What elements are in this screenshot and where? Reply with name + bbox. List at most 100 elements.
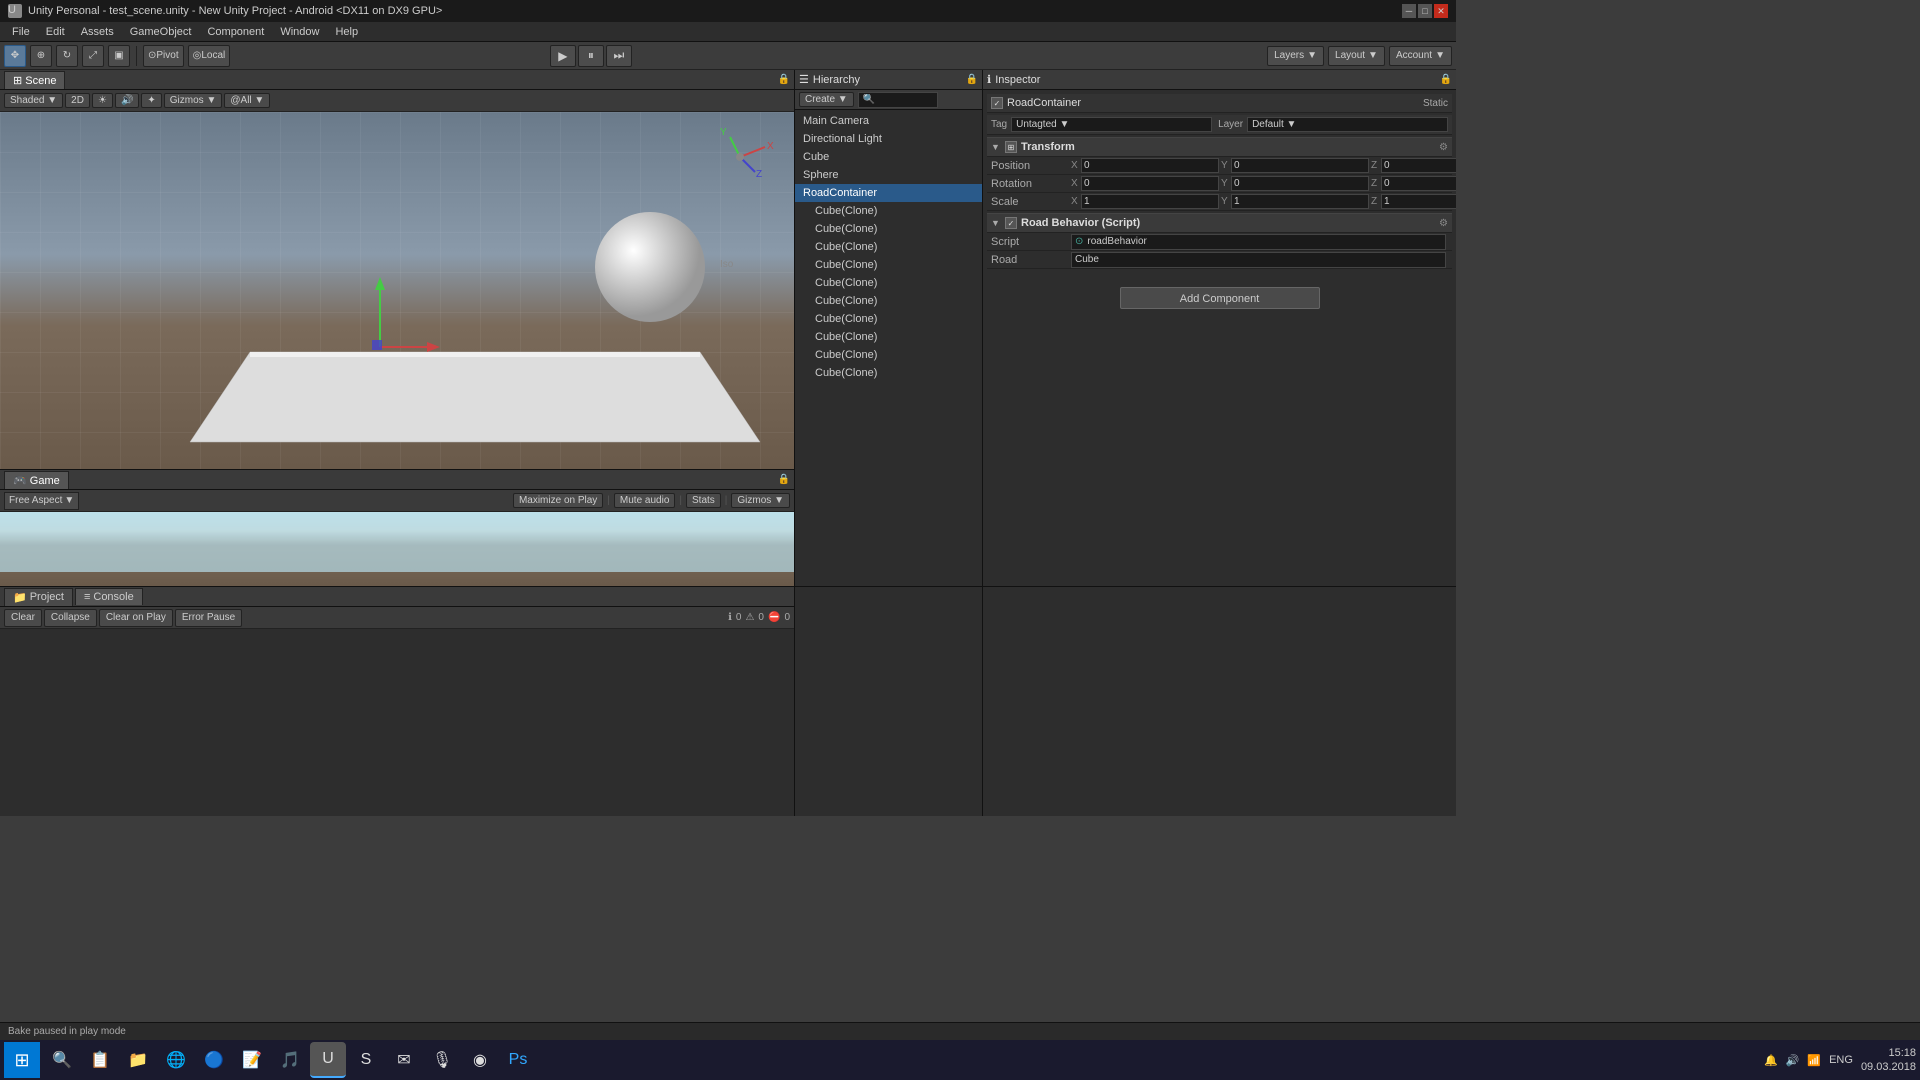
taskbar-task-view[interactable]: 📋 <box>82 1042 118 1078</box>
free-aspect-dropdown[interactable]: Free Aspect ▼ <box>4 492 79 510</box>
project-tab[interactable]: 📁 Project <box>4 588 73 606</box>
minimize-button[interactable]: ─ <box>1402 4 1416 18</box>
start-button[interactable]: ⊞ <box>4 1042 40 1078</box>
hierarchy-item-cube[interactable]: Cube <box>795 148 982 166</box>
object-name[interactable]: RoadContainer <box>1007 97 1423 109</box>
layer-dropdown[interactable]: Default ▼ <box>1247 117 1448 132</box>
step-button[interactable]: ⏭ <box>606 45 632 67</box>
hierarchy-item-cube-clone-8[interactable]: Cube(Clone) <box>795 328 982 346</box>
taskbar-slack[interactable]: S <box>348 1042 384 1078</box>
account-dropdown[interactable]: Account ▼ <box>1389 46 1452 66</box>
script-value[interactable]: ⊙ roadBehavior <box>1071 234 1446 250</box>
hierarchy-item-cube-clone-4[interactable]: Cube(Clone) <box>795 256 982 274</box>
local-btn[interactable]: ◎ Local <box>188 45 231 67</box>
clear-btn[interactable]: Clear <box>4 609 42 627</box>
taskbar-voice[interactable]: 🎙 <box>424 1042 460 1078</box>
game-viewport[interactable] <box>0 512 794 586</box>
taskbar-ps[interactable]: Ps <box>500 1042 536 1078</box>
taskbar-explorer[interactable]: 📁 <box>120 1042 156 1078</box>
road-behavior-settings-icon[interactable]: ⚙ <box>1439 218 1448 229</box>
hierarchy-item-cube-clone-7[interactable]: Cube(Clone) <box>795 310 982 328</box>
transform-scale-btn[interactable]: ⤢ <box>82 45 104 67</box>
collapse-btn[interactable]: Collapse <box>44 609 97 627</box>
taskbar-search[interactable]: 🔍 <box>44 1042 80 1078</box>
hierarchy-item-cube-clone-1[interactable]: Cube(Clone) <box>795 202 982 220</box>
hierarchy-item-cube-clone-5[interactable]: Cube(Clone) <box>795 274 982 292</box>
position-z-input[interactable] <box>1381 158 1456 173</box>
scene-viewport[interactable]: X Y Z Iso <box>0 112 794 469</box>
transform-enable-checkbox[interactable]: ⊞ <box>1005 141 1017 153</box>
transform-pan-btn[interactable]: ⊕ <box>30 45 52 67</box>
mute-audio-btn[interactable]: Mute audio <box>614 493 675 508</box>
layout-dropdown[interactable]: Layout ▼ <box>1328 46 1385 66</box>
taskbar-mail[interactable]: ✉ <box>386 1042 422 1078</box>
status-bar: Bake paused in play mode <box>0 1022 1920 1040</box>
menu-assets[interactable]: Assets <box>73 24 122 40</box>
hierarchy-create-btn[interactable]: Create ▼ <box>799 92 854 107</box>
rotation-x-input[interactable] <box>1081 176 1219 191</box>
2d-btn[interactable]: 2D <box>65 93 90 108</box>
transform-section-header[interactable]: ▼ ⊞ Transform ⚙ <box>987 137 1452 157</box>
hierarchy-item-road-container[interactable]: RoadContainer <box>795 184 982 202</box>
error-pause-btn[interactable]: Error Pause <box>175 609 242 627</box>
menu-component[interactable]: Component <box>199 24 272 40</box>
scene-tab[interactable]: ⊞ Scene <box>4 71 65 89</box>
position-y-input[interactable] <box>1231 158 1369 173</box>
scale-y-input[interactable] <box>1231 194 1369 209</box>
transform-settings-icon[interactable]: ⚙ <box>1439 142 1448 153</box>
hierarchy-item-cube-clone-6[interactable]: Cube(Clone) <box>795 292 982 310</box>
lighting-btn[interactable]: ☀ <box>92 93 113 108</box>
menu-help[interactable]: Help <box>327 24 366 40</box>
game-gizmos-dropdown[interactable]: Gizmos ▼ <box>731 493 790 508</box>
close-button[interactable]: ✕ <box>1434 4 1448 18</box>
hierarchy-item-dir-light[interactable]: Directional Light <box>795 130 982 148</box>
clear-on-play-btn[interactable]: Clear on Play <box>99 609 173 627</box>
taskbar-unity[interactable]: U <box>310 1042 346 1078</box>
rotation-y-input[interactable] <box>1231 176 1369 191</box>
scale-z-input[interactable] <box>1381 194 1456 209</box>
rotation-z-input[interactable] <box>1381 176 1456 191</box>
scale-x-input[interactable] <box>1081 194 1219 209</box>
maximize-button[interactable]: □ <box>1418 4 1432 18</box>
clock-date: 09.03.2018 <box>1861 1060 1916 1074</box>
hierarchy-item-cube-clone-3[interactable]: Cube(Clone) <box>795 238 982 256</box>
transform-rotate-btn[interactable]: ↻ <box>56 45 78 67</box>
audio-btn[interactable]: 🔊 <box>115 93 139 108</box>
object-enable-checkbox[interactable]: ✓ <box>991 97 1003 109</box>
console-tab[interactable]: ≡ Console <box>75 588 143 605</box>
menu-gameobject[interactable]: GameObject <box>122 24 200 40</box>
maximize-on-play-btn[interactable]: Maximize on Play <box>513 493 603 508</box>
menu-window[interactable]: Window <box>272 24 327 40</box>
hierarchy-item-cube-clone-9[interactable]: Cube(Clone) <box>795 346 982 364</box>
hierarchy-item-main-camera[interactable]: Main Camera <box>795 112 982 130</box>
transform-rect-btn[interactable]: ▣ <box>108 45 130 67</box>
hierarchy-item-cube-clone-10[interactable]: Cube(Clone) <box>795 364 982 382</box>
taskbar-word[interactable]: 📝 <box>234 1042 270 1078</box>
effects-btn[interactable]: ✦ <box>141 93 161 108</box>
taskbar-edge[interactable]: 🌐 <box>158 1042 194 1078</box>
road-value[interactable]: Cube <box>1071 252 1446 268</box>
pivot-btn[interactable]: ⊙ Pivot <box>143 45 184 67</box>
menu-file[interactable]: File <box>4 24 38 40</box>
taskbar-music[interactable]: 🎵 <box>272 1042 308 1078</box>
taskbar-app1[interactable]: ◉ <box>462 1042 498 1078</box>
taskbar-store[interactable]: 🔵 <box>196 1042 232 1078</box>
transform-move-btn[interactable]: ✥ <box>4 45 26 67</box>
stats-btn[interactable]: Stats <box>686 493 721 508</box>
tag-dropdown[interactable]: Untagted ▼ <box>1011 117 1212 132</box>
gizmos-dropdown[interactable]: Gizmos ▼ <box>164 93 223 108</box>
road-behavior-checkbox[interactable]: ✓ <box>1005 217 1017 229</box>
pause-button[interactable]: ⏸ <box>578 45 604 67</box>
menu-edit[interactable]: Edit <box>38 24 73 40</box>
position-x-input[interactable] <box>1081 158 1219 173</box>
hierarchy-item-sphere[interactable]: Sphere <box>795 166 982 184</box>
hierarchy-item-cube-clone-2[interactable]: Cube(Clone) <box>795 220 982 238</box>
shaded-dropdown[interactable]: Shaded ▼ <box>4 93 63 108</box>
road-behavior-header[interactable]: ▼ ✓ Road Behavior (Script) ⚙ <box>987 213 1452 233</box>
all-dropdown[interactable]: @All ▼ <box>224 93 270 108</box>
add-component-button[interactable]: Add Component <box>1120 287 1320 309</box>
game-tab[interactable]: 🎮 Game <box>4 471 69 489</box>
layers-dropdown[interactable]: Layers ▼ <box>1267 46 1324 66</box>
play-button[interactable]: ▶ <box>550 45 576 67</box>
hierarchy-search[interactable] <box>858 92 938 108</box>
